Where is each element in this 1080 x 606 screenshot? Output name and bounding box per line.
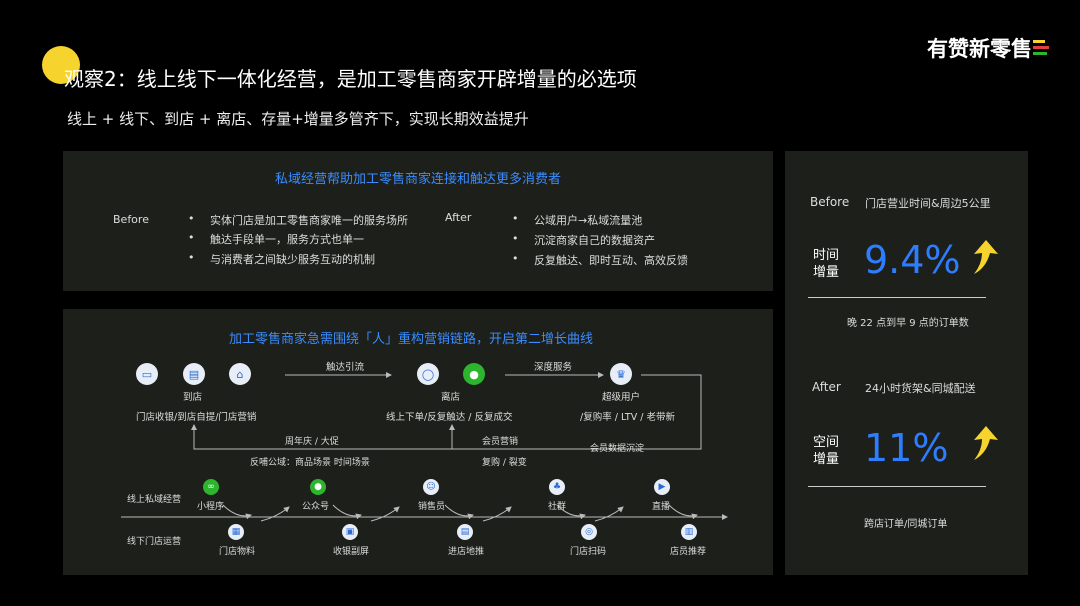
page-title: 观察2：线上线下一体化经营，是加工零售商家开辟增量的必选项 <box>64 67 637 91</box>
before-item: 实体门店是加工零售商家唯一的服务场所 <box>188 212 408 228</box>
up-arrow-icon <box>974 426 998 460</box>
member-marketing-label: 会员营销 <box>482 437 519 447</box>
super-user-desc: /复购率 / LTV / 老带新 <box>580 412 675 423</box>
before-label: Before <box>113 213 149 226</box>
super-user-label: 超级用户 <box>602 392 641 403</box>
time-increment-value: 9.4% <box>864 238 961 282</box>
offline-item: 收银副屏 <box>333 547 370 557</box>
live-stream-icon: ▶ <box>654 479 670 495</box>
offline-item: 门店物料 <box>219 547 256 557</box>
time-increment-note: 晚 22 点到早 9 点的订单数 <box>847 318 969 329</box>
offline-label: 离店 <box>441 392 461 403</box>
feedback-label: 反哺公域：商品场景 时间场景 <box>250 458 370 468</box>
community-icon: ♣ <box>549 479 565 495</box>
official-account-icon: ● <box>310 479 326 495</box>
online-item: 小程序 <box>197 502 225 512</box>
monitor-icon: ▭ <box>136 363 158 385</box>
after-item: 反复触达、即时互动、高效反馈 <box>512 252 688 268</box>
growth-stats-panel <box>785 151 1028 575</box>
stats-before-label: Before <box>810 195 850 209</box>
online-row-label: 线上私域经营 <box>127 495 182 505</box>
stats-before-desc: 门店营业时间&周边5公里 <box>865 197 991 210</box>
store-label: 到店 <box>183 392 203 403</box>
stats-after-label: After <box>812 380 841 394</box>
space-increment-label-line2: 增量 <box>813 452 840 467</box>
staff-recommend-icon: ▥ <box>681 524 697 540</box>
deep-service-label: 深度服务 <box>534 362 573 373</box>
after-item: 公域用户→私域流量池 <box>512 212 642 228</box>
offline-item: 门店扫码 <box>570 547 607 557</box>
space-increment-value: 11% <box>864 426 949 470</box>
before-item: 触达手段单一，服务方式也单一 <box>188 231 364 247</box>
after-item: 沉淀商家自己的数据资产 <box>512 232 655 248</box>
offline-item: 店员推荐 <box>670 547 707 557</box>
receipt-icon: ▤ <box>183 363 205 385</box>
page-subtitle: 线上 + 线下、到店 + 离店、存量+增量多管齐下，实现长期效益提升 <box>67 110 529 128</box>
online-item: 社群 <box>548 502 567 512</box>
store-material-icon: ▦ <box>228 524 244 540</box>
brand-logo: 有赞新零售 <box>927 37 1032 61</box>
cashier-screen-icon: ▣ <box>342 524 358 540</box>
stats-after-desc: 24小时货架&同城配送 <box>865 382 976 395</box>
online-item: 公众号 <box>302 502 330 512</box>
before-item: 与消费者之间缺少服务互动的机制 <box>188 251 375 267</box>
anniversary-label: 周年庆 / 大促 <box>285 437 339 447</box>
time-increment-label: 时间 增量 <box>813 247 839 281</box>
offline-item: 进店地推 <box>448 547 485 557</box>
space-increment-label: 空间 增量 <box>813 434 839 468</box>
repurchase-label: 复购 / 裂变 <box>482 458 527 468</box>
time-increment-label-line1: 时间 <box>813 248 840 263</box>
logo-bars-icon <box>1033 40 1051 58</box>
offline-desc: 线上下单/反复触达 / 反复成交 <box>386 412 513 423</box>
panel1-title: 私域经营帮助加工零售商家连接和触达更多消费者 <box>275 172 562 187</box>
wechat-icon: ● <box>463 363 485 385</box>
space-increment-note: 跨店订单/同城订单 <box>864 519 948 530</box>
online-item: 直播 <box>652 502 671 512</box>
store-icon: ⌂ <box>229 363 251 385</box>
after-label: After <box>445 211 472 224</box>
space-increment-label-line1: 空间 <box>813 435 840 450</box>
divider <box>808 486 986 487</box>
online-item: 销售员 <box>418 502 446 512</box>
chat-icon: ◯ <box>417 363 439 385</box>
reach-label: 触达引流 <box>326 362 365 373</box>
up-arrow-icon <box>974 240 998 274</box>
mini-program-icon: ∞ <box>203 479 219 495</box>
member-data-label: 会员数据沉淀 <box>590 444 645 454</box>
offline-row-label: 线下门店运营 <box>127 537 182 547</box>
salesperson-icon: ☺ <box>423 479 439 495</box>
crown-icon: ♛ <box>610 363 632 385</box>
ground-promo-icon: ▤ <box>457 524 473 540</box>
store-desc: 门店收银/到店自提/门店营销 <box>136 412 257 423</box>
time-increment-label-line2: 增量 <box>813 265 840 280</box>
qr-scan-icon: ◎ <box>581 524 597 540</box>
divider <box>808 297 986 298</box>
